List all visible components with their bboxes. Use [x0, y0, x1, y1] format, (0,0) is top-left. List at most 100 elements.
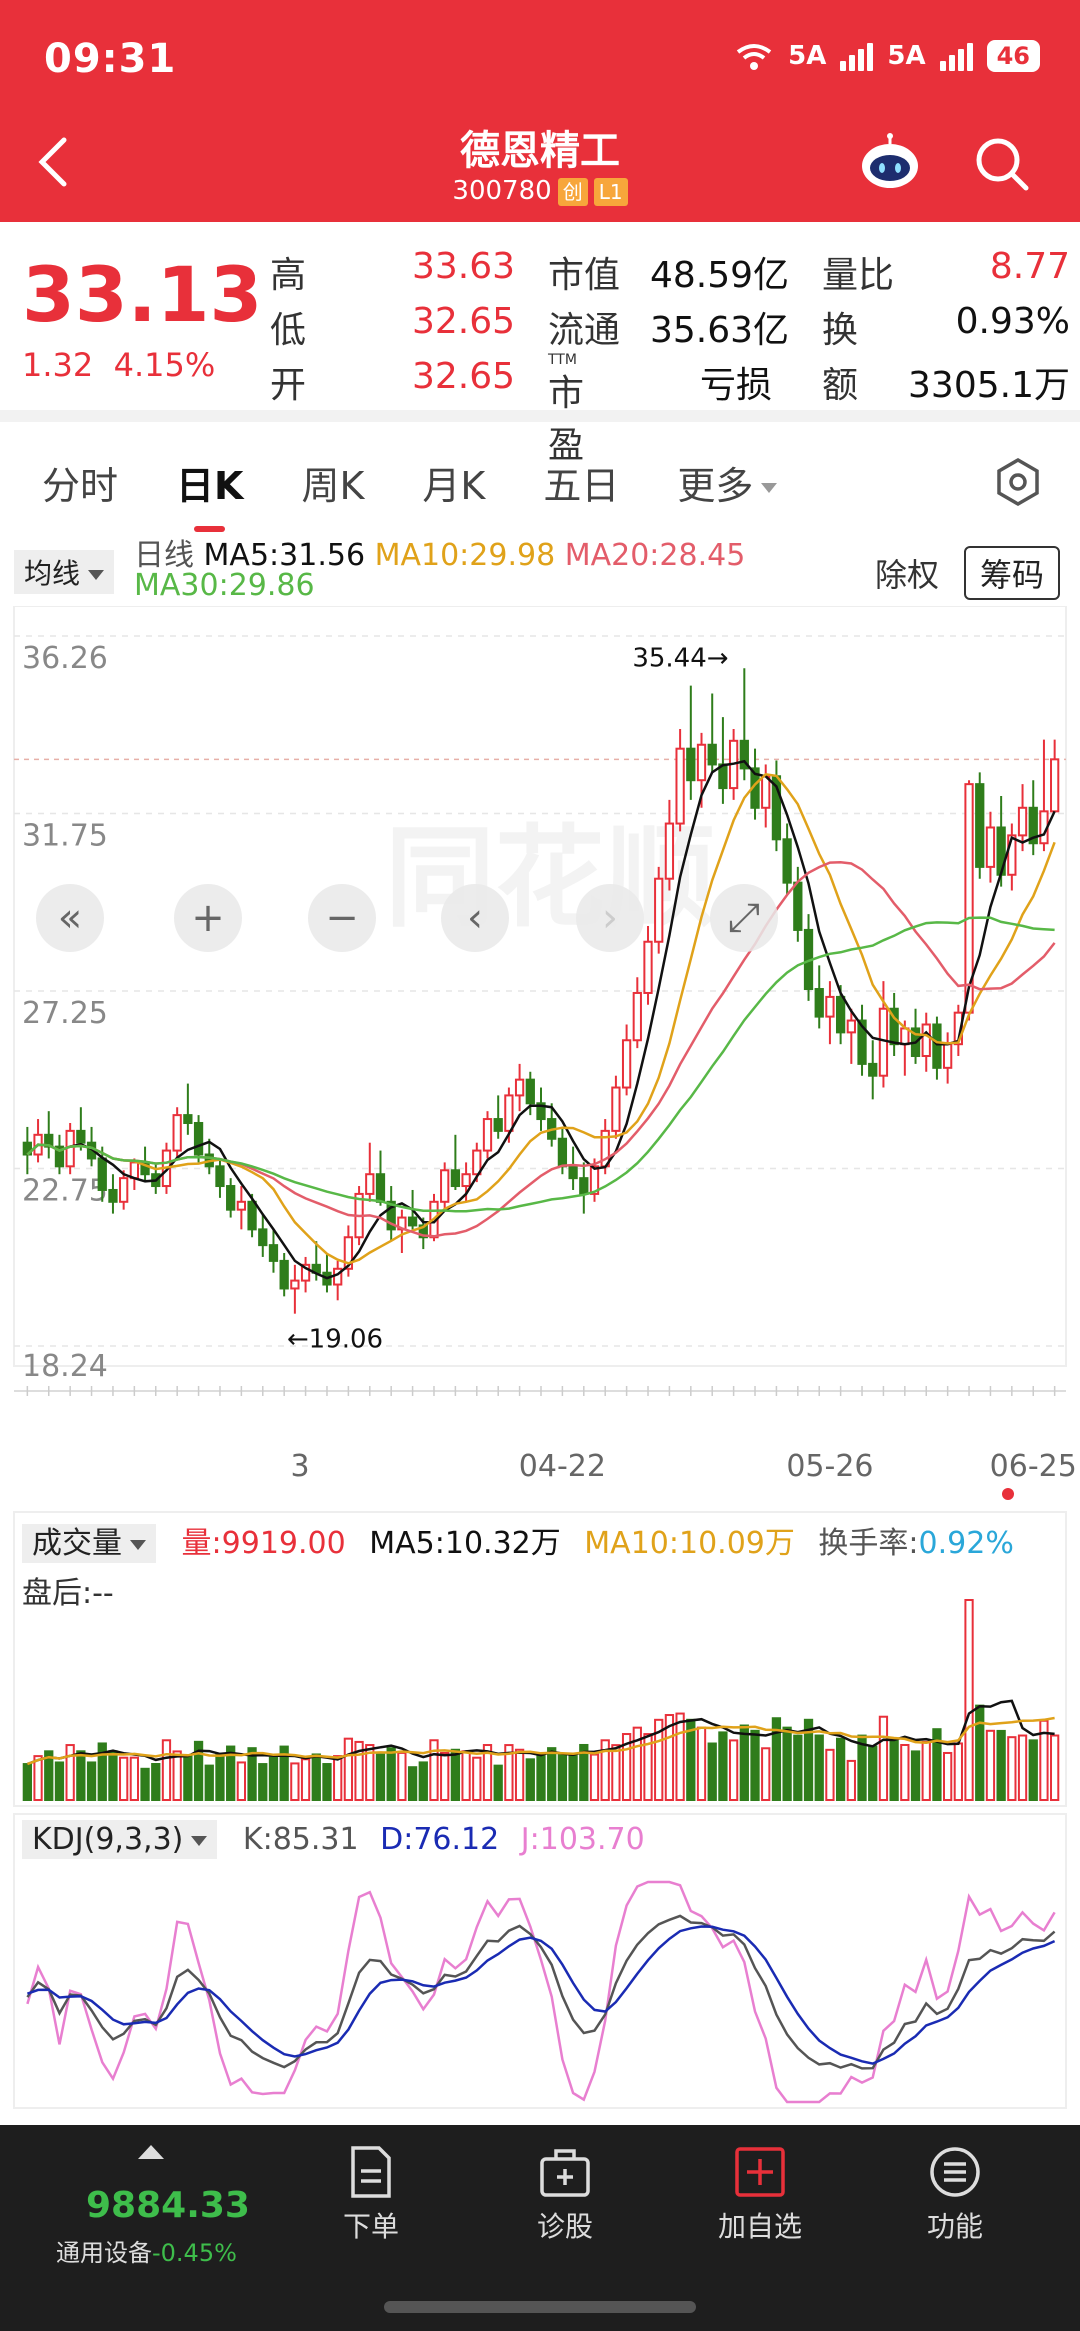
candle-body	[621, 1039, 632, 1089]
volume-bar	[22, 1763, 32, 1801]
nav-add-watchlist[interactable]: 加自选	[695, 2145, 825, 2245]
volume-bar	[835, 1737, 846, 1802]
search-icon[interactable]	[972, 134, 1032, 194]
volume-bar	[547, 1747, 557, 1801]
signal-icon-1	[840, 41, 874, 71]
tab-more[interactable]: 更多	[657, 455, 797, 510]
volume-bar	[54, 1761, 65, 1802]
nav-order[interactable]: 下单	[306, 2145, 436, 2245]
settings-icon[interactable]	[992, 456, 1044, 508]
x-label-0422: 04-22	[519, 1449, 606, 1484]
nav-order-label: 下单	[342, 2210, 399, 2243]
volume-bar	[1007, 1736, 1017, 1801]
turnover-rate-label: 换手率:	[818, 1526, 919, 1561]
level-tag: L1	[593, 178, 628, 206]
index-value[interactable]: 9884.33	[86, 2185, 250, 2226]
candlestick-chart[interactable]: 36.26 31.75 27.25 22.75 18.24 同花顺 35.44→ ←19.06…	[0, 605, 1080, 1506]
volume-bar	[718, 1731, 728, 1801]
next-button-glyph: ›	[602, 895, 618, 941]
high-price-marker: 35.44→	[632, 643, 728, 673]
candle-body	[632, 991, 642, 1042]
kdj-panel[interactable]: KDJ(9,3,3) K:85.31 D:76.12 J:103.70	[0, 1812, 1080, 2112]
candle-body	[932, 1023, 942, 1069]
pe-label: 市盈 TTM	[548, 352, 584, 466]
candle-body	[761, 775, 771, 809]
volume-bar	[386, 1747, 396, 1801]
volume-selector[interactable]: 成交量	[22, 1524, 156, 1563]
volume-panel[interactable]: 成交量 量:9919.00 MA5:10.32万 MA10:10.09万 换手率…	[0, 1510, 1080, 1810]
candle-body	[707, 743, 717, 766]
volume-bar	[996, 1729, 1006, 1802]
candle-body	[236, 1200, 247, 1211]
quote-row: 高 33.63 市值 48.59亿 量比 8.77	[270, 238, 1070, 296]
candle-body	[643, 940, 653, 994]
tab-more-label: 更多	[677, 463, 754, 508]
candle-body	[568, 1165, 578, 1180]
chip-distribution-button[interactable]: 筹码	[964, 546, 1061, 600]
volume-bar	[375, 1753, 386, 1801]
volume-bar	[333, 1755, 343, 1801]
tab-intraday[interactable]: 分时	[22, 455, 138, 510]
volume-ratio-label: 量比	[822, 255, 895, 296]
volume-bar	[910, 1750, 921, 1801]
fullscreen-button-glyph: ⤢	[728, 895, 760, 941]
chevron-down-icon	[191, 1835, 208, 1846]
indicator-selector[interactable]: KDJ(9,3,3)	[22, 1820, 218, 1859]
volume-bar	[268, 1756, 279, 1801]
kdj-legend: KDJ(9,3,3) K:85.31 D:76.12 J:103.70	[22, 1820, 645, 1859]
zoom-out-button-glyph: −	[325, 895, 359, 941]
ma30-value: MA30:29.86	[134, 568, 315, 603]
candle-body	[440, 1169, 450, 1203]
robot-assistant-icon[interactable]	[858, 132, 922, 192]
volume-bar	[557, 1753, 568, 1801]
volume-bar	[76, 1750, 86, 1802]
nav-function[interactable]: 功能	[890, 2145, 1020, 2245]
candle-body	[461, 1173, 471, 1188]
nav-diagnose[interactable]: 诊股	[500, 2145, 630, 2245]
pe-ttm-sup: TTM	[548, 352, 577, 368]
candle-body	[525, 1078, 535, 1105]
volume-bar	[151, 1763, 161, 1801]
volume-bar	[1017, 1734, 1028, 1802]
volume-bar	[1050, 1734, 1060, 1801]
amount-label: 额	[822, 365, 859, 406]
current-price: 33.13	[22, 250, 263, 339]
tab-monthly-k[interactable]: 月K	[402, 455, 505, 510]
kdj-j-value: J:103.70	[520, 1822, 645, 1857]
ma20-value: MA20:28.45	[564, 538, 746, 573]
candle-body	[975, 783, 985, 868]
tab-daily-k[interactable]: 日K	[156, 455, 263, 532]
kdj-k-line	[26, 1914, 1056, 2070]
candle-body	[129, 1161, 139, 1180]
ex-rights-toggle[interactable]: 除权	[875, 550, 939, 596]
volume-bar	[407, 1766, 418, 1802]
volume-bar	[761, 1747, 771, 1801]
low-value: 32.65	[412, 301, 516, 342]
volume-bar	[782, 1726, 792, 1802]
board-tag: 创	[557, 178, 588, 206]
prev-button-glyph: ‹	[467, 895, 483, 941]
price-tick-label: 18.24	[22, 1349, 108, 1384]
candle-body	[686, 747, 696, 782]
volume-bar	[514, 1748, 525, 1801]
candle-body	[279, 1259, 289, 1290]
nav-add-watchlist-label: 加自选	[717, 2210, 802, 2243]
ma-legend-line2: MA30:29.86	[134, 568, 315, 603]
volume-bar	[172, 1750, 182, 1801]
volume-ma10: MA10:10.09万	[584, 1526, 795, 1561]
battery-icon: 46	[986, 40, 1040, 72]
status-time: 09:31	[44, 36, 177, 82]
volume-bar	[86, 1761, 97, 1801]
candle-body	[482, 1118, 493, 1152]
ma-selector[interactable]: 均线	[14, 550, 115, 594]
caret-up-icon[interactable]	[136, 2143, 166, 2161]
market-cap-value: 48.59亿	[650, 255, 790, 296]
tab-five-day[interactable]: 五日	[523, 455, 639, 510]
tab-weekly-k[interactable]: 周K	[281, 455, 384, 510]
candlestick-svg[interactable]: 36.2631.7527.2522.7518.24同花顺35.44→←19.06…	[0, 605, 1080, 1506]
volume-bar	[108, 1750, 118, 1801]
candle-body	[193, 1121, 204, 1156]
home-indicator[interactable]	[384, 2301, 696, 2313]
candle-body	[943, 1043, 953, 1069]
low-label: 低	[270, 310, 307, 351]
